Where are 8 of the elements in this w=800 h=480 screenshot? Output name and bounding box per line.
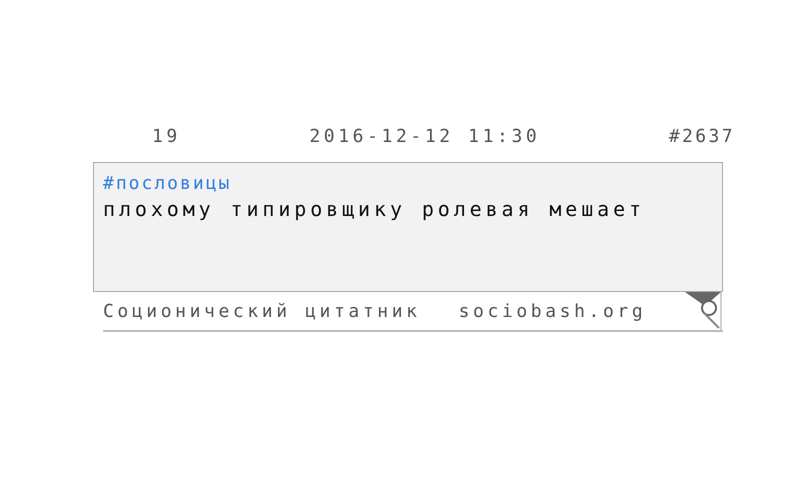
rating-count: 19 (152, 126, 181, 146)
site-name: Соционический цитатник (103, 300, 421, 322)
corner-search-icon[interactable] (685, 292, 723, 330)
tag-link[interactable]: #пословицы (103, 173, 232, 194)
site-url[interactable]: sociobash.org (458, 300, 646, 322)
quote-text: плохому типировщику ролевая мешает (103, 197, 646, 221)
quote-date: 2016-12-12 11:30 (309, 126, 540, 146)
quote-number: #2637 (668, 126, 735, 146)
